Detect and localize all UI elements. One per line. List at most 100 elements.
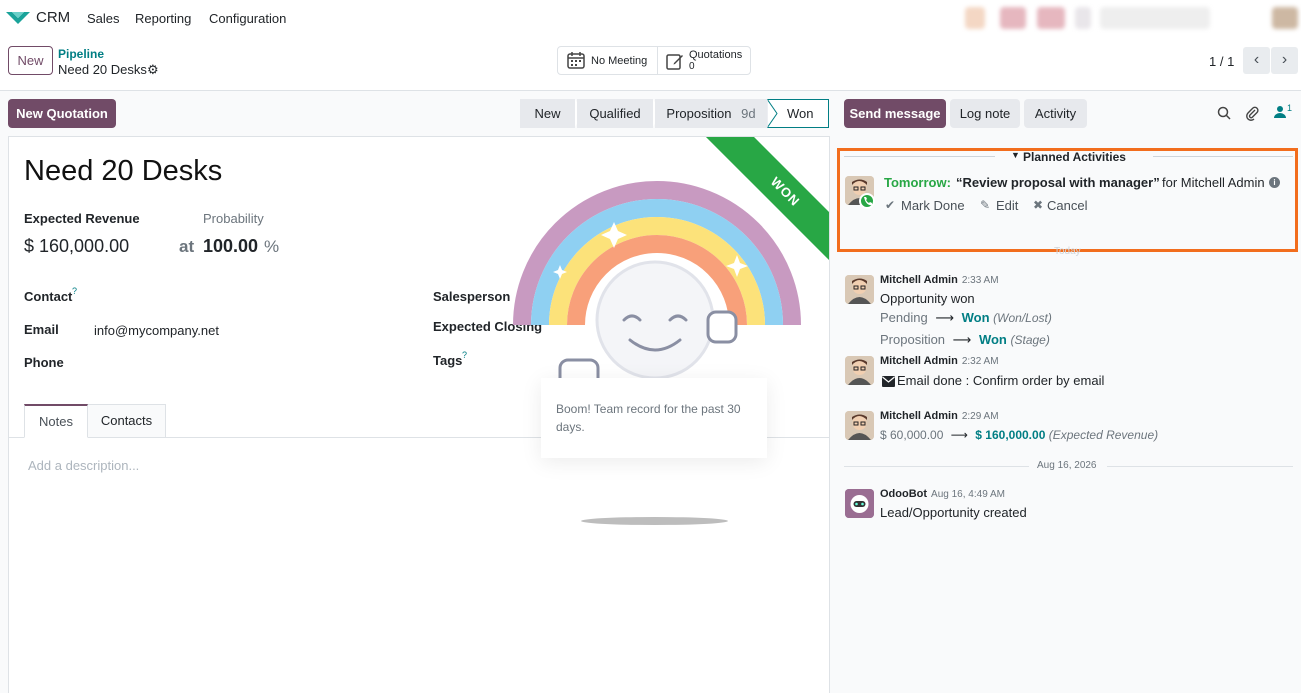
tracking-old: Proposition	[880, 332, 946, 347]
tags-label: Tags	[433, 353, 463, 368]
message-author-name: Mitchell Admin	[880, 410, 958, 422]
message-body: Lead/Opportunity created	[880, 505, 1027, 520]
crm-logo-icon[interactable]	[5, 10, 31, 29]
opportunity-title[interactable]: Need 20 Desks	[24, 155, 222, 188]
meeting-smart-button[interactable]: No Meeting	[557, 46, 658, 75]
stage-new[interactable]: New	[520, 99, 575, 128]
stage-won-arrow	[767, 99, 778, 128]
rainbow-man-illustration	[513, 181, 801, 380]
stage-qualified[interactable]: Qualified	[577, 99, 653, 128]
tracking-old: Pending	[880, 310, 928, 325]
arrow-right-icon: ⟶	[935, 310, 954, 325]
message-author: Mitchell Admin 2:33 AM	[880, 274, 999, 286]
pager-next-icon[interactable]: ›	[1271, 47, 1298, 74]
stage-duration: 9d	[741, 106, 756, 121]
tracking-value: $ 60,000.00 ⟶ $ 160,000.00 (Expected Rev…	[880, 428, 1158, 442]
planned-activities-highlight	[837, 148, 1298, 252]
message-author-name: Mitchell Admin	[880, 274, 958, 286]
followers-icon[interactable]	[1274, 105, 1286, 121]
tracking-new: $ 160,000.00	[975, 428, 1046, 442]
mitchell-admin-avatar	[845, 356, 874, 385]
debug-icon[interactable]	[965, 7, 985, 29]
pager-value[interactable]: 1 / 1	[1209, 54, 1234, 69]
quotations-label: Quotations	[689, 49, 743, 61]
tracking-value: Pending ⟶ Won (Won/Lost)	[880, 310, 1052, 326]
settings-icon[interactable]	[1075, 7, 1091, 29]
tracking-field: (Won/Lost)	[993, 311, 1052, 325]
tab-notes[interactable]: Notes	[24, 404, 88, 438]
probability-label: Probability	[203, 211, 264, 226]
email-label: Email	[24, 322, 59, 337]
search-icon[interactable]	[1217, 106, 1231, 123]
contact-label: Contact	[24, 289, 73, 304]
followers-count: 1	[1287, 103, 1293, 113]
probability-value[interactable]: 100.00	[203, 236, 258, 257]
log-note-button[interactable]: Log note	[950, 99, 1020, 128]
message-date: 2:32 AM	[961, 356, 999, 367]
arrow-right-icon: ⟶	[952, 332, 972, 347]
menu-configuration[interactable]: Configuration	[209, 11, 286, 26]
top-navbar: CRM Sales Reporting Configuration	[0, 0, 1301, 37]
attachment-icon[interactable]	[1245, 105, 1259, 124]
expected-revenue-label: Expected Revenue	[24, 211, 140, 226]
probability-suffix: %	[264, 237, 280, 256]
today-separator: Today	[1054, 246, 1081, 257]
phone-label: Phone	[24, 355, 64, 370]
gear-icon[interactable]: ⚙	[147, 62, 159, 78]
arrow-right-icon: ⟶	[950, 428, 968, 442]
message-author-name: OdooBot	[880, 488, 928, 500]
menu-sales[interactable]: Sales	[87, 11, 120, 26]
calendar-icon	[567, 51, 585, 72]
email-value[interactable]: info@mycompany.net	[94, 323, 219, 338]
send-message-button[interactable]: Send message	[844, 99, 946, 128]
stage-proposition-label: Proposition	[666, 106, 732, 121]
salesperson-label: Salesperson	[433, 289, 511, 304]
activity-icon[interactable]	[1037, 7, 1065, 29]
meeting-label: No Meeting	[591, 55, 648, 67]
tags-help-icon[interactable]: ?	[462, 350, 467, 360]
message-author: Mitchell Admin 2:29 AM	[880, 410, 999, 422]
new-quotation-button[interactable]: New Quotation	[8, 99, 116, 128]
message-date: Aug 16, 4:49 AM	[931, 489, 1005, 500]
contact-help-icon[interactable]: ?	[72, 286, 77, 296]
date-divider	[844, 466, 1029, 467]
mitchell-admin-avatar	[845, 275, 874, 304]
date-separator: Aug 16, 2026	[1037, 460, 1097, 471]
tab-contacts[interactable]: Contacts	[88, 404, 166, 438]
tracking-new: Won	[961, 310, 990, 325]
stage-proposition[interactable]: Proposition 9d	[655, 99, 767, 128]
message-body: Opportunity won	[880, 291, 975, 306]
tracking-new: Won	[978, 332, 1007, 347]
quote-edit-icon	[666, 52, 684, 73]
tracking-field: (Expected Revenue)	[1048, 428, 1159, 442]
stage-qualified-label: Qualified	[589, 106, 641, 121]
message-date: 2:29 AM	[961, 411, 999, 422]
discuss-icon[interactable]	[1000, 7, 1026, 29]
rainbow-man-shadow	[581, 517, 728, 525]
breadcrumb-pipeline[interactable]: Pipeline	[58, 47, 104, 61]
tracking-value: Proposition ⟶ Won (Stage)	[880, 332, 1050, 348]
stage-won-label: Won	[787, 106, 814, 121]
new-button[interactable]: New	[8, 46, 53, 75]
control-panel: New Pipeline Need 20 Desks ⚙ No Meeting …	[0, 37, 1301, 91]
tracking-field: (Stage)	[1010, 333, 1050, 347]
tracking-old: $ 60,000.00	[880, 428, 944, 442]
activity-button[interactable]: Activity	[1024, 99, 1087, 128]
probability-prefix: at	[179, 237, 195, 256]
message-date: 2:33 AM	[961, 275, 999, 286]
menu-reporting[interactable]: Reporting	[135, 11, 191, 26]
message-author: OdooBot Aug 16, 4:49 AM	[880, 488, 1005, 500]
expected-revenue-value[interactable]: $ 160,000.00	[24, 236, 129, 257]
odoobot-avatar	[845, 489, 874, 518]
quotations-smart-button[interactable]: Quotations 0	[657, 46, 751, 75]
envelope-icon	[882, 375, 895, 390]
company-switcher[interactable]	[1100, 7, 1210, 29]
date-divider	[1107, 466, 1293, 467]
description-input[interactable]: Add a description...	[28, 458, 139, 473]
rainbow-man-message: Boom! Team record for the past 30 days.	[556, 402, 741, 434]
app-name[interactable]: CRM	[36, 9, 70, 26]
user-avatar[interactable]	[1272, 7, 1298, 29]
pager-previous-icon[interactable]: ‹	[1243, 47, 1270, 74]
breadcrumb-current: Need 20 Desks	[58, 62, 147, 77]
message-body: Email done : Confirm order by email	[897, 373, 1105, 388]
